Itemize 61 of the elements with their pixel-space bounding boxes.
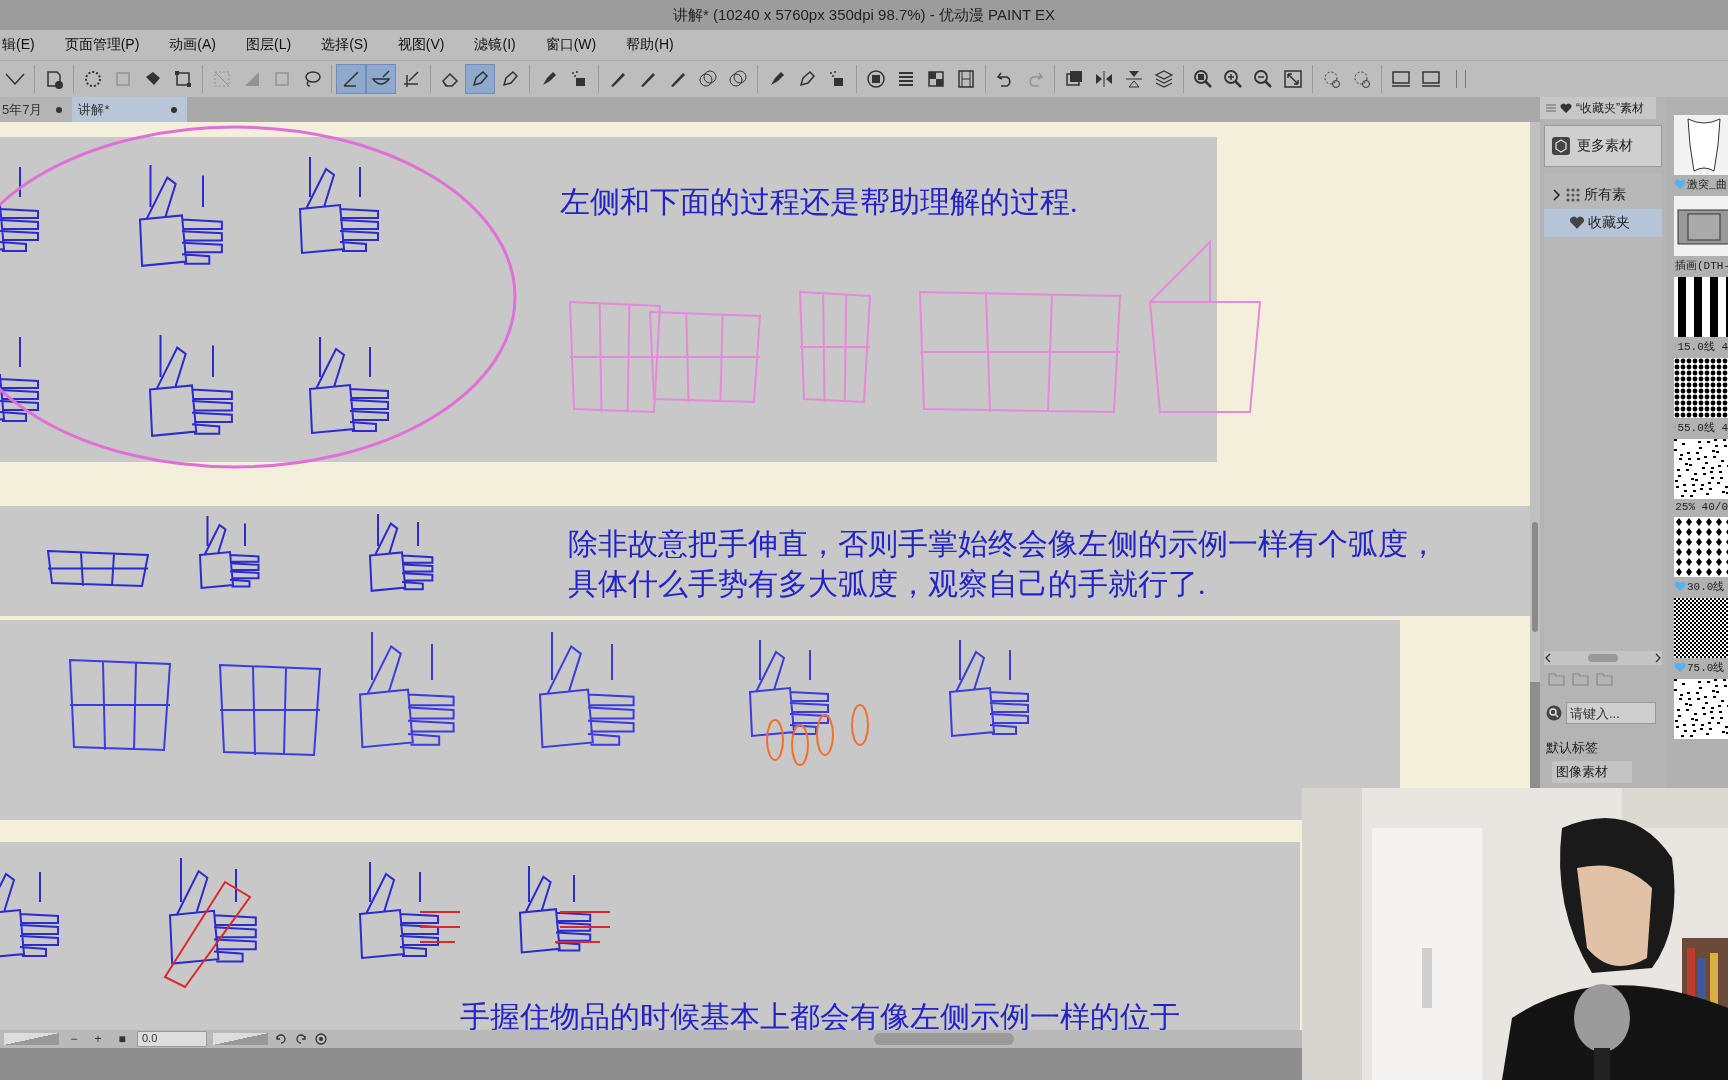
material-label: 插画(DTH- [1675,259,1728,273]
status-button[interactable]: + [89,1031,107,1047]
search-icon [1546,705,1562,721]
menu-item[interactable]: 辑(E) [2,34,41,56]
menu-item[interactable]: 动画(A) [169,34,222,56]
material-label: 激突_曲 [1687,178,1727,192]
horizontal-scrollbar[interactable] [1544,651,1662,665]
note-text: 除非故意把手伸直，否则手掌始终会像左侧的示例一样有个弧度，具体什么手势有多大弧度，观察自己的手就行了. [568,526,1439,602]
document-tab[interactable]: 讲解* [72,97,188,122]
heart-icon [1674,581,1686,592]
material-label: 75.0线 [1687,661,1725,675]
rotate-right-icon[interactable] [294,1032,308,1046]
menu-item[interactable]: 选择(S) [321,34,374,56]
angle-field[interactable]: 0.0 [137,1031,207,1047]
document-tab[interactable]: 5年7月 [0,97,73,122]
material-label: 25% 40/0 [1675,501,1728,513]
tag-item[interactable]: 图像素材 [1552,761,1632,783]
menu-item[interactable]: 图层(L) [246,34,298,56]
chevron-icon[interactable] [1552,189,1562,201]
menu-item[interactable]: 页面管理(P) [64,34,146,56]
menu-item[interactable]: 窗口(W) [545,34,603,56]
cube-icon [1551,136,1571,156]
reset-icon[interactable] [314,1032,328,1046]
heart-icon [1674,179,1686,190]
menu-item[interactable]: 帮助(H) [626,34,680,56]
material-thumbnail[interactable] [1674,517,1728,577]
panel-grip[interactable] [1456,70,1466,88]
horizontal-scrollbar[interactable] [874,1033,1014,1045]
material-label: 15.0线 4 [1677,340,1728,354]
material-thumbnail[interactable] [1674,679,1728,739]
dot-icon [56,106,63,113]
rotate-left-icon[interactable] [274,1032,288,1046]
heart-icon [1560,102,1572,114]
tree-item[interactable]: 所有素 [1544,181,1662,209]
menu-item[interactable]: 滤镜(I) [474,34,522,56]
more-materials-button[interactable]: 更多素材 [1544,125,1662,167]
material-thumbnail[interactable] [1674,277,1728,337]
note-text: 左侧和下面的过程还是帮助理解的过程. [560,184,1079,220]
tag-header: 默认标签 [1545,739,1599,757]
material-thumbnail[interactable] [1674,115,1728,175]
dot-icon [171,106,178,113]
material-thumbnail[interactable] [1674,196,1728,256]
status-button[interactable]: − [65,1031,83,1047]
dot-grid-icon [1565,187,1581,203]
scrollbar-thumb[interactable] [1532,522,1538,632]
scrollbar-thumb[interactable] [1588,654,1618,662]
status-button[interactable]: ■ [113,1031,131,1047]
material-label: 30.0线 [1687,580,1725,594]
material-thumbnail[interactable] [1674,598,1728,658]
scroll-left-icon[interactable] [1544,653,1552,663]
vertical-scrollbar[interactable] [1530,122,1540,682]
search-field[interactable]: 请键入... [1566,702,1656,724]
material-thumbnail[interactable] [1674,439,1728,499]
material-thumbnail[interactable] [1674,358,1728,418]
heart-icon [1674,662,1686,673]
tree-item[interactable]: 收藏夹 [1544,209,1662,237]
menu-item[interactable]: 视图(V) [397,34,451,56]
window-title: 讲解* (10240 x 5760px 350dpi 98.7%) - 优动漫 PAINT EX [672,5,1056,25]
heart-icon [1569,216,1585,230]
scroll-right-icon[interactable] [1654,653,1662,663]
material-label: 55.0线 4 [1677,421,1728,435]
